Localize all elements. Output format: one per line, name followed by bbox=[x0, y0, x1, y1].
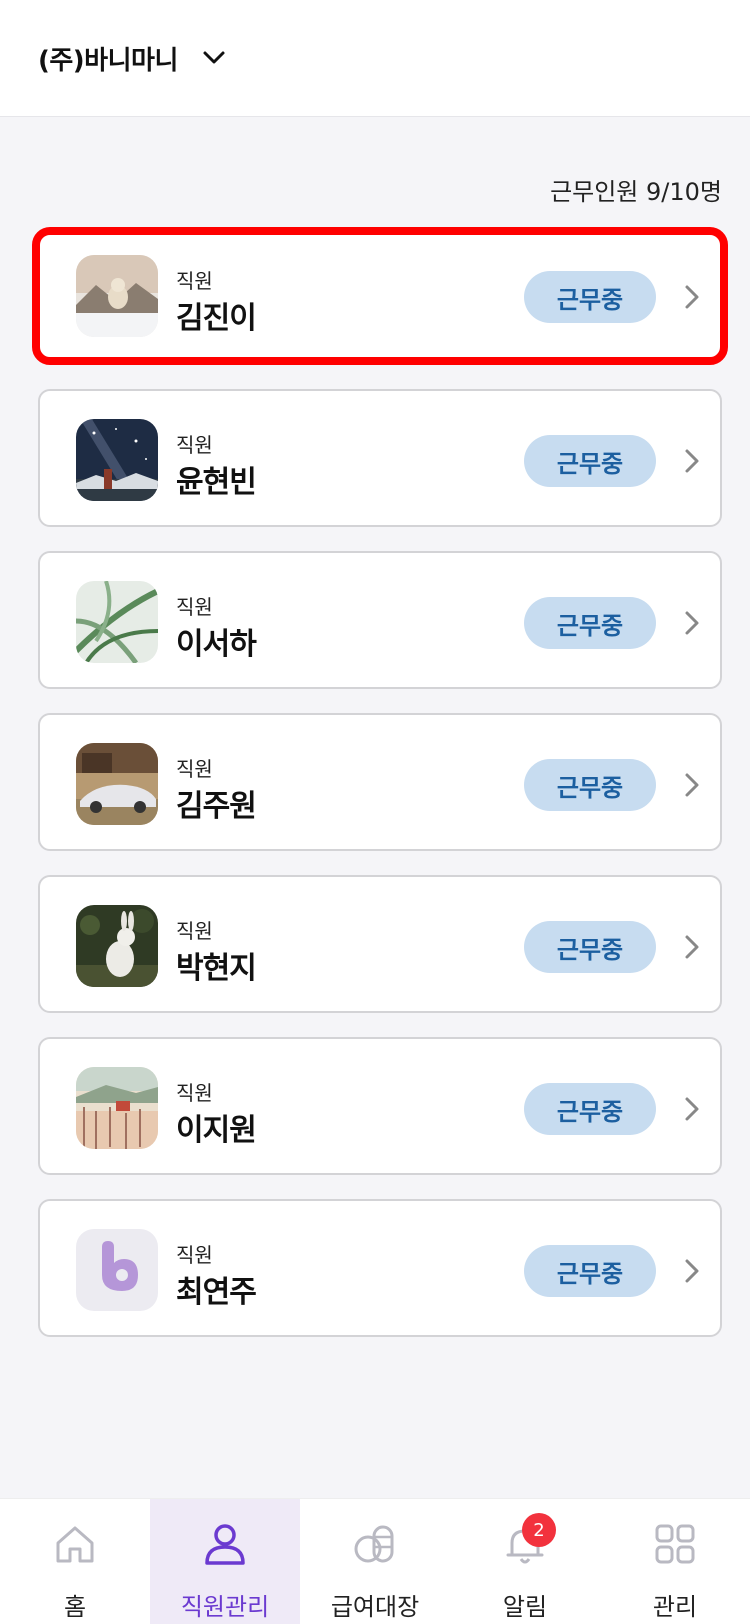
employee-name: 최연주 bbox=[176, 1275, 257, 1310]
tab-label: 직원관리 bbox=[180, 1593, 270, 1621]
status-badge: 근무중 bbox=[524, 759, 656, 811]
employee-card[interactable]: 직원 윤현빈 근무중 bbox=[38, 389, 722, 527]
employee-card[interactable]: 직원 김진이 근무중 bbox=[32, 227, 728, 365]
employee-role: 직원 bbox=[176, 919, 213, 943]
chevron-right-icon bbox=[680, 1095, 704, 1123]
status-badge: 근무중 bbox=[524, 435, 656, 487]
employee-role: 직원 bbox=[176, 269, 213, 293]
employee-avatar bbox=[76, 419, 158, 501]
chevron-right-icon bbox=[680, 933, 704, 961]
status-badge: 근무중 bbox=[524, 597, 656, 649]
employee-card[interactable]: 직원 박현지 근무중 bbox=[38, 875, 722, 1013]
tab-label: 홈 bbox=[63, 1593, 87, 1621]
employee-list: 직원 김진이 근무중 직원 윤현빈 근무중 직원 이서하 근무중 직원 김주원 … bbox=[32, 227, 728, 1361]
chevron-right-icon bbox=[680, 447, 704, 475]
chevron-right-icon bbox=[680, 609, 704, 637]
chevron-right-icon bbox=[680, 1257, 704, 1285]
employee-card[interactable]: 직원 이서하 근무중 bbox=[38, 551, 722, 689]
employee-avatar bbox=[76, 1067, 158, 1149]
employee-name: 이서하 bbox=[176, 627, 257, 662]
tab-label: 관리 bbox=[652, 1593, 698, 1621]
employee-avatar bbox=[76, 1229, 158, 1311]
tab-home[interactable]: 홈 bbox=[0, 1499, 150, 1624]
chevron-down-icon[interactable] bbox=[200, 44, 228, 72]
notification-count-badge: 2 bbox=[522, 1513, 556, 1547]
grid-icon bbox=[652, 1521, 698, 1567]
chevron-right-icon bbox=[680, 771, 704, 799]
chevron-right-icon bbox=[680, 283, 704, 311]
employee-card[interactable]: 직원 김주원 근무중 bbox=[38, 713, 722, 851]
bell-icon: 2 bbox=[502, 1513, 556, 1567]
tab-employees[interactable]: 직원관리 bbox=[150, 1499, 300, 1624]
person-icon bbox=[202, 1521, 248, 1567]
employee-name: 이지원 bbox=[176, 1113, 257, 1148]
employee-role: 직원 bbox=[176, 1081, 213, 1105]
tab-manage[interactable]: 관리 bbox=[600, 1499, 750, 1624]
employee-role: 직원 bbox=[176, 595, 213, 619]
working-count: 근무인원 9/10명 bbox=[550, 178, 722, 206]
employee-name: 윤현빈 bbox=[176, 465, 257, 500]
status-badge: 근무중 bbox=[524, 271, 656, 323]
status-badge: 근무중 bbox=[524, 1083, 656, 1135]
employee-role: 직원 bbox=[176, 1243, 213, 1267]
employee-card[interactable]: 직원 최연주 근무중 bbox=[38, 1199, 722, 1337]
status-badge: 근무중 bbox=[524, 1245, 656, 1297]
tab-label: 급여대장 bbox=[330, 1593, 420, 1621]
employee-avatar bbox=[76, 905, 158, 987]
employee-card[interactable]: 직원 이지원 근무중 bbox=[38, 1037, 722, 1175]
employee-role: 직원 bbox=[176, 757, 213, 781]
employee-avatar bbox=[76, 743, 158, 825]
employee-avatar bbox=[76, 581, 158, 663]
tab-label: 알림 bbox=[502, 1593, 548, 1621]
coins-icon bbox=[352, 1521, 398, 1567]
employee-name: 김진이 bbox=[176, 301, 257, 336]
tab-payroll[interactable]: 급여대장 bbox=[300, 1499, 450, 1624]
app-header: (주)바니마니 bbox=[0, 0, 750, 117]
tab-notifications[interactable]: 2 알림 bbox=[450, 1499, 600, 1624]
bottom-tab-bar: 홈 직원관리 급여대장 2 알림 관리 bbox=[0, 1498, 750, 1624]
employee-avatar bbox=[76, 255, 158, 337]
employee-name: 박현지 bbox=[176, 951, 257, 986]
employee-role: 직원 bbox=[176, 433, 213, 457]
company-name[interactable]: (주)바니마니 bbox=[38, 40, 178, 77]
status-badge: 근무중 bbox=[524, 921, 656, 973]
home-icon bbox=[52, 1521, 98, 1567]
employee-name: 김주원 bbox=[176, 789, 257, 824]
